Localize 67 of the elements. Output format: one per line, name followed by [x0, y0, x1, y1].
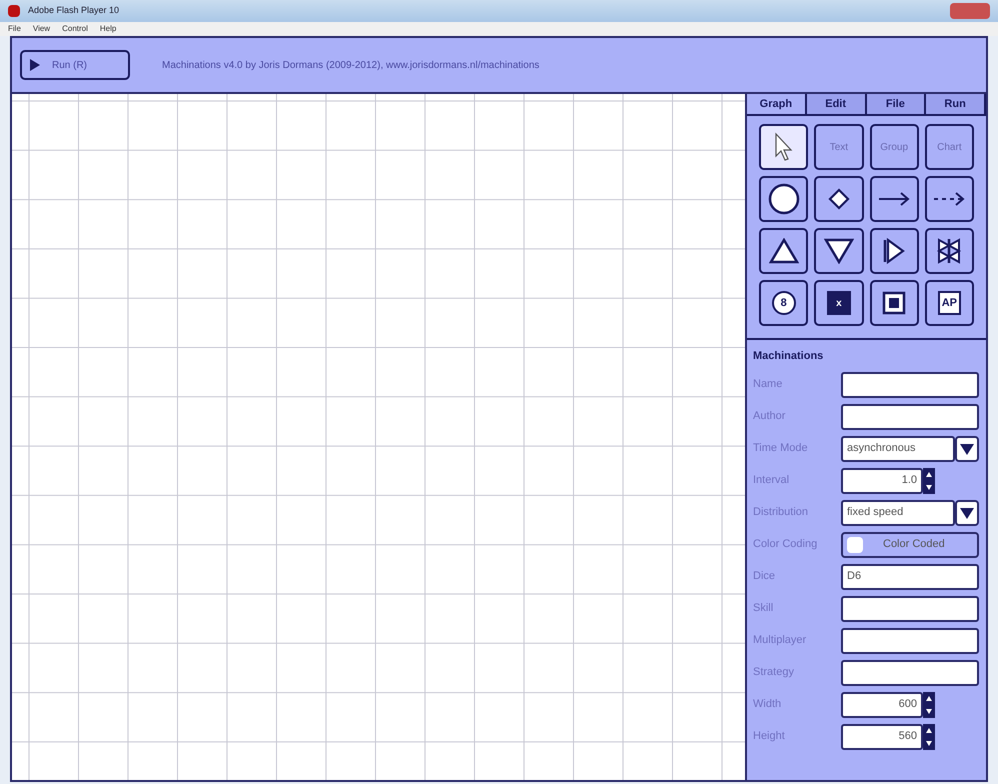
panel-tab[interactable]: Run [926, 94, 986, 114]
app-caption: Machinations v4.0 by Joris Dormans (2009-2012), www.jorisdormans.nl/machinations [162, 58, 540, 72]
text-field[interactable] [841, 596, 979, 622]
window-title: Adobe Flash Player 10 [28, 4, 120, 18]
field-label: Strategy [753, 665, 795, 680]
text-field[interactable] [841, 628, 979, 654]
field-label: Color Coding [753, 537, 818, 552]
field-label: Time Mode [753, 441, 809, 456]
framed-square-icon [882, 291, 906, 315]
number-field[interactable]: 1.0 [841, 468, 923, 494]
color-coding-button[interactable]: Color Coded [841, 532, 979, 558]
field-label: Interval [753, 473, 790, 488]
tool-button[interactable] [759, 228, 808, 274]
circle-icon [768, 183, 800, 215]
dropdown-field[interactable]: fixed speed [841, 500, 955, 526]
tool-button[interactable]: AP [924, 280, 974, 326]
text-field[interactable] [841, 372, 979, 398]
pointer-icon [772, 132, 795, 162]
triangle-icon [768, 238, 799, 264]
tool-button[interactable] [759, 124, 808, 170]
panel-title: Machinations [752, 349, 824, 364]
tool-button[interactable] [814, 228, 864, 274]
spinner-arrows-icon[interactable] [923, 692, 935, 718]
converter-icon [882, 237, 906, 265]
register-icon: 8 [772, 291, 796, 315]
tool-button[interactable]: 8 [759, 280, 808, 326]
checkbox-icon [847, 536, 863, 552]
text-field[interactable] [841, 660, 979, 686]
dashed-arrow-icon [932, 191, 966, 207]
field-label: Distribution [753, 505, 810, 520]
tool-button[interactable] [924, 176, 974, 222]
number-field[interactable]: 600 [841, 692, 923, 718]
tool-button[interactable] [870, 280, 919, 326]
field-label: Skill [753, 601, 774, 616]
trader-icon [936, 237, 962, 265]
tool-button[interactable] [870, 228, 919, 274]
field-label: Multiplayer [753, 633, 808, 648]
end-condition-icon: x [826, 291, 851, 315]
menu-item[interactable]: File [8, 23, 21, 35]
tool-button[interactable] [924, 228, 974, 274]
artificial-player-icon: AP [938, 291, 962, 315]
menu-item[interactable]: Control [62, 23, 88, 35]
text-field[interactable] [841, 404, 979, 430]
arrow-icon [877, 191, 912, 207]
field-label: Author [753, 409, 786, 424]
spinner-arrows-icon[interactable] [923, 468, 935, 494]
field-label: Name [753, 377, 784, 392]
play-icon [30, 59, 40, 71]
menu-item[interactable]: View [32, 23, 50, 35]
tool-button[interactable] [870, 176, 919, 222]
run-button[interactable]: Run (R) [20, 50, 130, 80]
panel-tab[interactable]: File [866, 94, 926, 114]
inverted-triangle-icon [824, 238, 854, 264]
field-label: Width [753, 697, 782, 712]
tool-button[interactable] [759, 176, 808, 222]
app-icon [8, 5, 20, 17]
tool-button[interactable] [814, 176, 864, 222]
panel-tab[interactable]: Edit [806, 94, 866, 114]
dropdown-field[interactable]: asynchronous [841, 436, 955, 462]
menu-item[interactable]: Help [100, 23, 116, 35]
field-label: Dice [753, 569, 776, 584]
number-field[interactable]: 560 [841, 724, 923, 750]
field-label: Height [753, 729, 786, 744]
spinner-arrows-icon[interactable] [923, 724, 935, 750]
tool-button[interactable]: x [814, 280, 864, 326]
text-field[interactable]: D6 [841, 564, 979, 590]
diamond-icon [828, 188, 850, 210]
